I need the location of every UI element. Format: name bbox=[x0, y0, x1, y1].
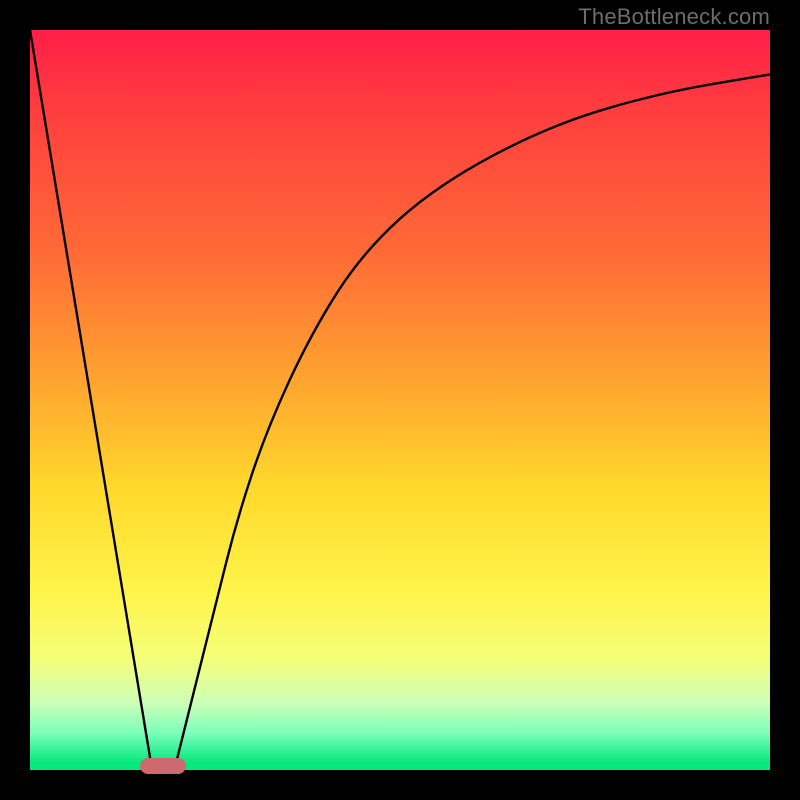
plot-area bbox=[30, 30, 770, 770]
curve-left-segment bbox=[30, 30, 152, 770]
bottleneck-marker bbox=[140, 758, 186, 774]
watermark-text: TheBottleneck.com bbox=[578, 4, 770, 30]
curve-layer bbox=[30, 30, 770, 770]
chart-frame: TheBottleneck.com bbox=[0, 0, 800, 800]
curve-right-segment bbox=[174, 74, 770, 770]
